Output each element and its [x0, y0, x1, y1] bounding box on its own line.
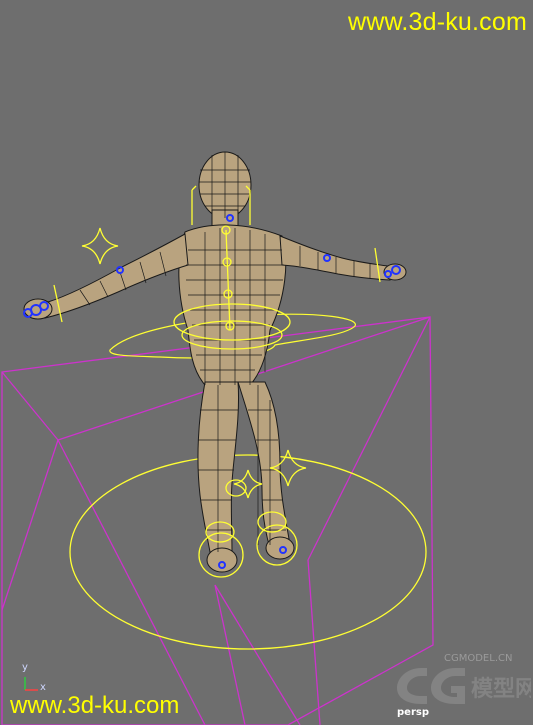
axis-indicator: [24, 677, 38, 691]
maya-perspective-viewport[interactable]: y x 模型网 CGMODEL.CN www.3d-ku.com www.3d-…: [0, 0, 533, 725]
svg-text:模型网: 模型网: [471, 677, 531, 702]
watermark-top: www.3d-ku.com: [347, 8, 527, 36]
camera-name-label: persp: [397, 707, 429, 718]
watermark-bottom: www.3d-ku.com: [10, 692, 180, 719]
cgmodel-watermark-text: CGMODEL.CN: [444, 653, 513, 664]
scene-canvas[interactable]: [0, 0, 533, 725]
axis-y-label: y: [22, 662, 28, 673]
ground-control-ring[interactable]: [69, 454, 427, 650]
